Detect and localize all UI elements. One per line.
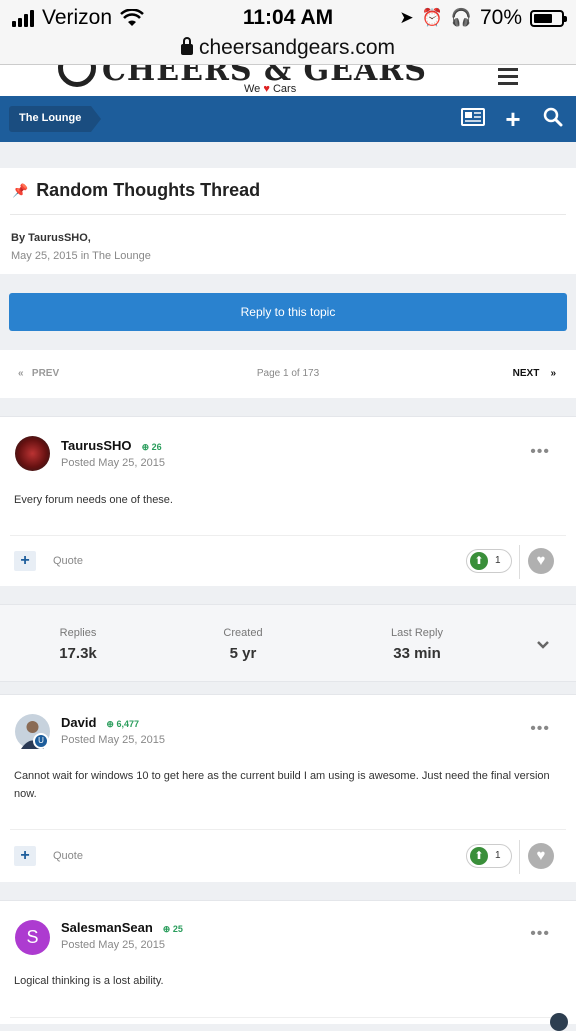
quote-button[interactable]: Quote xyxy=(53,850,83,862)
divider xyxy=(10,1017,566,1018)
like-heart-icon[interactable]: ♥ xyxy=(528,843,554,869)
page-title: 📌 Random Thoughts Thread xyxy=(12,180,261,200)
avatar[interactable]: S xyxy=(15,920,50,955)
scroll-to-top-button[interactable] xyxy=(550,1013,568,1031)
thread-date: May 25, 2015 in The Lounge xyxy=(11,250,151,262)
post-author[interactable]: TaurusSHO ⊕ 26 xyxy=(61,438,162,453)
reputation-badge: ⊕ 25 xyxy=(162,924,183,934)
more-options-icon[interactable]: ••• xyxy=(530,443,550,461)
post-date: Posted May 25, 2015 xyxy=(61,457,165,469)
reaction-count[interactable]: ⬆ 1 xyxy=(466,844,512,868)
site-header: CHEERS & GEARS We ♥ Cars xyxy=(0,64,576,98)
thread-author[interactable]: By TaurusSHO, xyxy=(11,232,91,244)
post: TaurusSHO ⊕ 26 Posted May 25, 2015 ••• Ev… xyxy=(0,416,576,586)
battery-percent: 70% xyxy=(479,6,522,29)
multiquote-button[interactable]: + xyxy=(14,846,36,866)
breadcrumb[interactable]: The Lounge xyxy=(9,106,102,132)
upvote-icon: ⬆ xyxy=(470,552,488,570)
avatar[interactable] xyxy=(15,436,50,471)
next-button[interactable]: NEXT » xyxy=(513,368,556,379)
reply-button[interactable]: Reply to this topic xyxy=(9,293,567,331)
status-right: ➤ ⏰ 🎧 70% xyxy=(399,6,567,30)
heart-icon: ♥ xyxy=(263,83,270,95)
site-tagline: We ♥ Cars xyxy=(244,83,297,95)
topic-stats: Replies 17.3k Created 5 yr Last Reply 33… xyxy=(0,604,576,682)
search-icon[interactable] xyxy=(540,107,566,131)
divider xyxy=(519,840,520,874)
divider xyxy=(10,535,566,536)
location-icon: ➤ xyxy=(399,8,414,27)
pin-icon: 📌 xyxy=(12,182,29,198)
upvote-icon: ⬆ xyxy=(470,847,488,865)
post-author[interactable]: David ⊕ 6,477 xyxy=(61,715,139,730)
post-author[interactable]: SalesmanSean ⊕ 25 xyxy=(61,920,183,935)
newspaper-icon[interactable] xyxy=(460,107,486,131)
divider xyxy=(519,545,520,579)
reputation-badge: ⊕ 26 xyxy=(141,442,162,452)
post-content: Every forum needs one of these. xyxy=(14,494,173,506)
pagination: « PREV Page 1 of 173 NEXT » xyxy=(0,350,576,398)
stat-last-reply: Last Reply 33 min xyxy=(391,627,443,662)
post: S SalesmanSean ⊕ 25 Posted May 25, 2015 •… xyxy=(0,900,576,1024)
url-text: cheersandgears.com xyxy=(198,36,396,59)
chevron-right-icon: » xyxy=(550,368,556,379)
menu-icon[interactable] xyxy=(498,68,518,89)
nav-bar: The Lounge + xyxy=(0,96,576,142)
url-bar[interactable]: cheersandgears.com xyxy=(0,36,576,64)
post: U David ⊕ 6,477 Posted May 25, 2015 ••• C… xyxy=(0,694,576,882)
headphones-icon: 🎧 xyxy=(450,8,472,27)
nav-icons: + xyxy=(460,106,566,132)
post-content: Logical thinking is a lost ability. xyxy=(14,975,164,987)
plus-icon[interactable]: + xyxy=(500,106,526,132)
quote-button[interactable]: Quote xyxy=(53,555,83,567)
more-options-icon[interactable]: ••• xyxy=(530,720,550,738)
more-options-icon[interactable]: ••• xyxy=(530,925,550,943)
reputation-badge: ⊕ 6,477 xyxy=(106,719,139,729)
reaction-count[interactable]: ⬆ 1 xyxy=(466,549,512,573)
chevron-down-icon[interactable] xyxy=(536,637,550,653)
divider xyxy=(10,829,566,830)
post-date: Posted May 25, 2015 xyxy=(61,939,165,951)
divider xyxy=(10,214,566,215)
battery-icon xyxy=(530,9,567,27)
post-content: Cannot wait for windows 10 to get here a… xyxy=(14,770,550,800)
moderator-badge-icon: U xyxy=(33,733,49,749)
lock-icon xyxy=(180,37,193,55)
post-date: Posted May 25, 2015 xyxy=(61,734,165,746)
battery-fill xyxy=(534,13,553,23)
multiquote-button[interactable]: + xyxy=(14,551,36,571)
thread-header: 📌 Random Thoughts Thread By TaurusSHO, M… xyxy=(0,168,576,274)
stat-replies: Replies 17.3k xyxy=(59,627,97,662)
stat-created: Created 5 yr xyxy=(223,627,263,662)
alarm-icon: ⏰ xyxy=(421,8,443,27)
like-heart-icon[interactable]: ♥ xyxy=(528,548,554,574)
page-indicator[interactable]: Page 1 of 173 xyxy=(0,368,576,379)
logo-emblem-icon[interactable] xyxy=(58,65,96,87)
status-bar: Verizon 11:04 AM ➤ ⏰ 🎧 70% xyxy=(0,0,576,36)
